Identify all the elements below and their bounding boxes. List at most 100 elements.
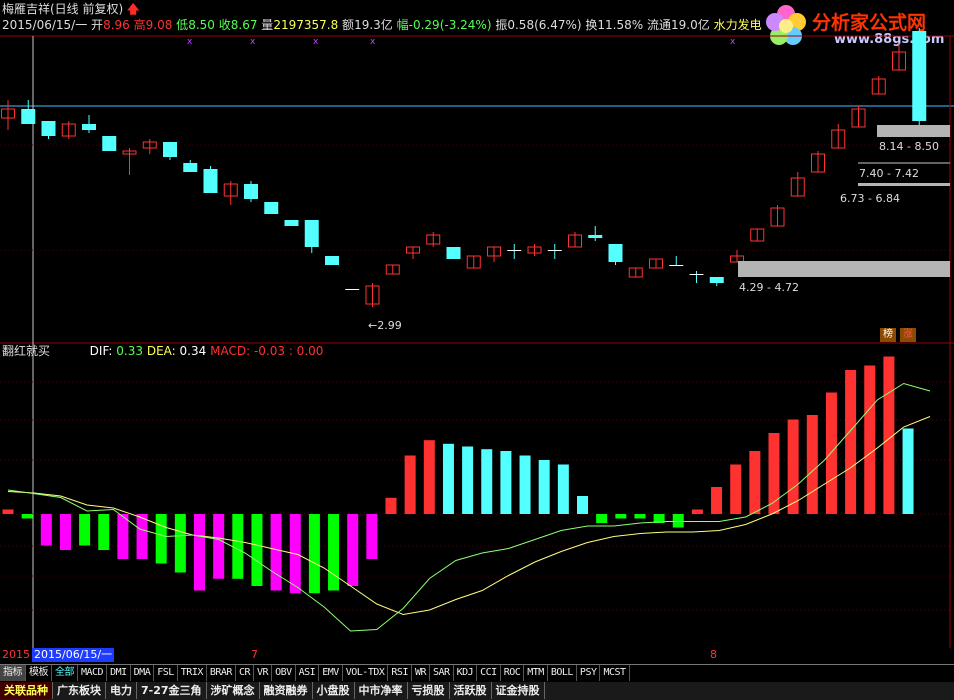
indicator-tab-1[interactable]: 模板 [26,665,52,681]
indicator-tab-7[interactable]: TRIX [178,665,207,681]
dif-label: DIF: [89,344,113,358]
macd-bar [462,446,474,514]
indicator-tab-3[interactable]: MACD [78,665,108,681]
zone-label-3: 6.73 - 6.84 [840,192,900,205]
candle-body [163,142,177,157]
indicator-tab-24[interactable]: MCST [600,665,630,681]
indicator-tab-14[interactable]: VOL-TDX [343,665,389,681]
sector-tab-2[interactable]: 电力 [106,682,137,699]
macd-bar [366,514,378,559]
indicator-tab-2[interactable]: 全部 [52,665,78,681]
indicator-tab-13[interactable]: EMV [319,665,343,681]
macd-bar [21,514,33,519]
candle-body [244,184,258,199]
candle-body [325,256,339,265]
sector-tab-10[interactable]: 证金持股 [492,682,545,699]
indicator-tab-15[interactable]: RSI [388,665,412,681]
indicator-tab-18[interactable]: KDJ [454,665,478,681]
sector-tab-0[interactable]: 关联品种 [0,682,53,699]
macd-bar [174,514,186,573]
low-price-value: 2.99 [377,319,402,332]
candle-body [588,235,603,238]
macd-bar [194,514,205,591]
indicator-tab-8[interactable]: BRAR [207,665,236,681]
indicator-tab-4[interactable]: DMI [107,665,131,681]
candle-body [183,163,198,172]
indicator-tab-6[interactable]: FSL [154,665,178,681]
chart-area[interactable]: xxxxx [0,0,954,648]
macd-bar [577,496,588,514]
macd-bar [596,514,608,523]
indicator-tab-10[interactable]: VR [254,665,273,681]
macd-bar [308,514,320,594]
indicator-tab-0[interactable]: 指标 [0,665,26,681]
macd-bar [538,460,550,514]
indicator-tabs: 指标 模板 全部 MACD DMI DMA FSL TRIX BRAR CR VR OBV ASI EMV… [0,664,954,682]
year-stub: 2015 [2,648,30,661]
macd-bar [270,514,282,591]
sector-tab-1[interactable]: 广东板块 [53,682,106,699]
zone-bar [877,125,950,137]
indicator-header: 翻红就买 DIF: 0.33 DEA: 0.34 MACD: -0.03 : 0… [0,343,323,359]
indicator-tab-16[interactable]: WR [412,665,431,681]
dif-value: 0.33 [116,344,144,358]
candle-body [446,247,461,259]
candle-body [345,289,360,290]
macd-bar [730,464,742,514]
macd-bar [232,514,244,579]
dea-label: DEA: [146,344,176,358]
indicator-tab-5[interactable]: DMA [131,665,155,681]
macd-bar [40,514,52,546]
candle-body [102,136,117,151]
macd-bar [328,514,340,591]
macd-extra: : 0.00 [288,344,324,358]
signal-mark: x [730,37,736,47]
zone-bar [738,261,950,277]
candle-body [547,250,562,251]
macd-bar [155,514,167,564]
dea-value: 0.34 [179,344,207,358]
macd-bar [864,365,876,514]
sector-tab-4[interactable]: 涉矿概念 [207,682,260,699]
macd-label: MACD: [210,344,251,358]
indicator-tab-11[interactable]: OBV [272,665,296,681]
macd-bar [519,455,531,514]
sector-tab-3[interactable]: 7-27金三角 [137,682,207,699]
indicator-tab-21[interactable]: MTM [524,665,548,681]
indicator-tab-22[interactable]: BOLL [548,665,577,681]
macd-bar [691,509,703,514]
date-axis: 2015 2015/06/15/一 7 8 [0,648,954,662]
macd-bar [251,514,263,586]
zone-label-2: 7.40 - 7.42 [859,167,919,180]
indicator-tab-20[interactable]: ROC [501,665,525,681]
macd-bar [500,451,512,514]
indicator-name[interactable]: 翻红就买 [2,344,50,358]
rank-badge[interactable]: 榜 [880,328,896,342]
month-8-label: 8 [710,648,717,661]
macd-value: -0.03 [253,344,285,358]
indicator-tab-23[interactable]: PSY [577,665,601,681]
candle-body [709,277,724,283]
candle-body [608,244,623,262]
sector-tabs: 关联品种 广东板块 电力 7-27金三角 涉矿概念 融资融券 小盘股 中市净率 亏损股 活跃股 证金… [0,682,954,700]
sector-tab-7[interactable]: 中市净率 [355,682,408,699]
indicator-tab-9[interactable]: CR [236,665,255,681]
macd-bar [442,443,454,514]
sector-tab-9[interactable]: 活跃股 [450,682,492,699]
sector-tab-5[interactable]: 融资融券 [260,682,313,699]
sector-tab-8[interactable]: 亏损股 [408,682,450,699]
macd-bar [481,449,493,514]
candle-body [82,124,96,130]
candle-body [304,220,319,247]
candle-body [264,202,279,214]
indicator-tab-12[interactable]: ASI [296,665,320,681]
candle-body [203,169,218,193]
signal-mark: x [370,37,376,47]
rise-badge[interactable]: 涨 [900,328,916,342]
indicator-tab-19[interactable]: CCI [477,665,501,681]
indicator-tab-17[interactable]: SAR [430,665,454,681]
sector-tab-6[interactable]: 小盘股 [313,682,355,699]
macd-histogram [2,356,914,594]
macd-bar [806,415,818,514]
month-7-label: 7 [251,648,258,661]
